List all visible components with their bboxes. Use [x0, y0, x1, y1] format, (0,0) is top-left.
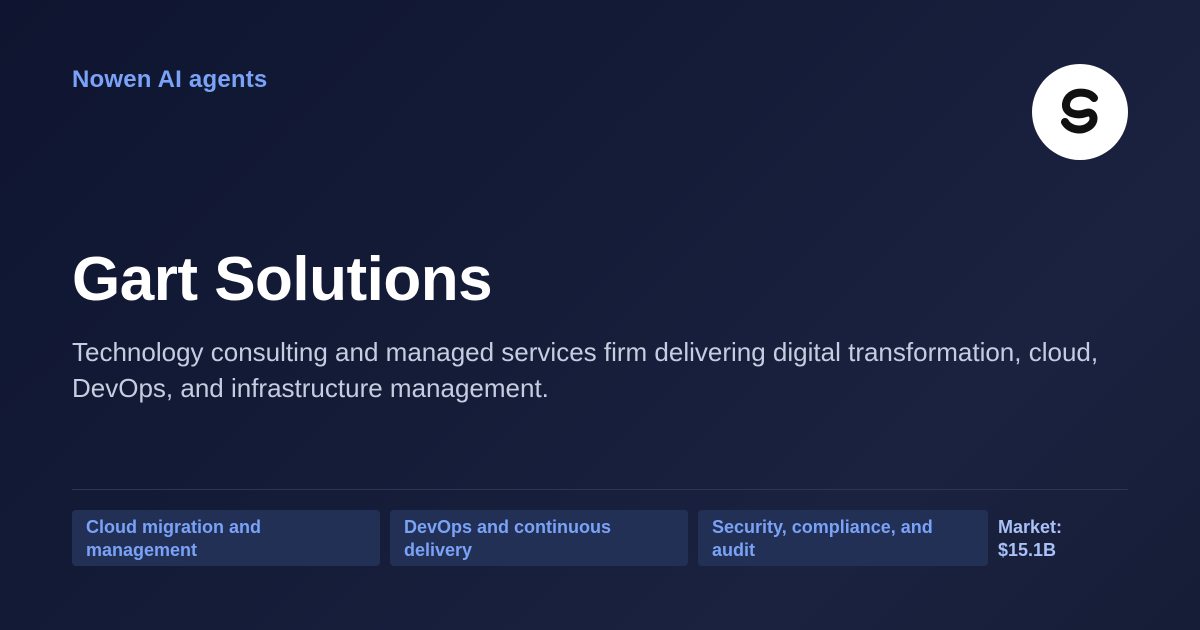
company-description: Technology consulting and managed servic…: [72, 337, 1099, 403]
tag-security: Security, compliance, and audit: [698, 510, 988, 566]
brand-label: Nowen AI agents: [72, 66, 268, 93]
company-name: Gart Solutions: [72, 245, 493, 314]
tag-devops: DevOps and continuous delivery: [390, 510, 688, 566]
market-label: Market:: [998, 517, 1063, 537]
market-size: Market: $15.1B: [998, 516, 1062, 562]
gart-g-logo-icon: [1061, 88, 1098, 134]
company-logo: [1032, 64, 1128, 160]
market-value: $15.1B: [998, 540, 1057, 560]
tag-cloud-migration: Cloud migration and management: [72, 510, 380, 566]
divider: [72, 489, 1128, 490]
